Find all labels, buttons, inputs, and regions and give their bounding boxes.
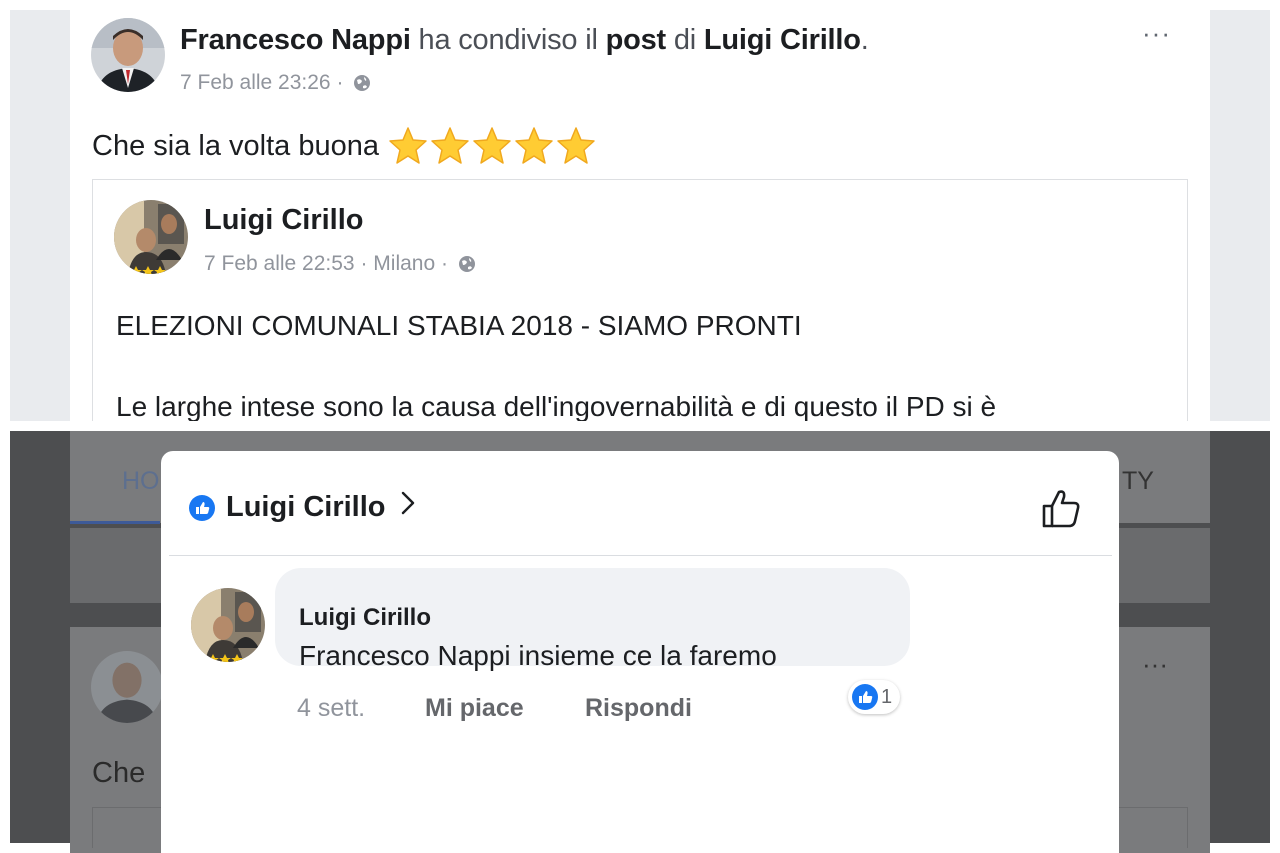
post-link[interactable]: post <box>606 24 667 56</box>
author-avatar[interactable] <box>91 18 165 92</box>
star-emoji <box>389 127 427 164</box>
modal-title[interactable]: Luigi Cirillo <box>226 490 416 524</box>
modal-title-name[interactable]: Luigi Cirillo <box>226 491 386 524</box>
reaction-count: 1 <box>881 685 893 708</box>
background-tab-home: HO <box>122 467 160 495</box>
shared-post-meta: 7 Feb alle 22:53 · Milano · <box>204 252 476 279</box>
shared-timestamp[interactable]: 7 Feb alle 22:53 <box>204 252 355 275</box>
comment-text: Francesco Nappi insieme ce la faremo <box>299 640 777 671</box>
like-button[interactable]: Mi piace <box>425 694 585 723</box>
page-margin-left <box>10 10 70 421</box>
meta-separator: · <box>435 252 454 275</box>
like-reaction-icon <box>189 495 215 526</box>
period: . <box>860 24 869 56</box>
commenter-avatar[interactable] <box>191 588 265 662</box>
of-word: di <box>673 24 697 56</box>
comment-actions: 4 sett. Mi piace Rispondi <box>297 694 692 723</box>
comment-modal-screenshot: HO TY ··· Che Luigi Cirillo Luigi Cirill… <box>0 431 1280 853</box>
shared-author-avatar[interactable] <box>114 200 188 274</box>
more-options-button[interactable]: ··· <box>1142 18 1171 49</box>
background-post-text: Che <box>92 757 146 789</box>
meta-separator: · <box>354 252 374 275</box>
background-avatar <box>91 651 163 723</box>
shared-post-screenshot: Francesco Nappi ha condiviso il post di … <box>0 0 1280 421</box>
like-reaction-icon <box>852 684 878 710</box>
reactions-modal: Luigi Cirillo Luigi Cirillo Francesco Na… <box>161 451 1119 853</box>
comment-reaction-count[interactable]: 1 <box>848 680 901 714</box>
active-tab-indicator <box>70 521 160 524</box>
shared-verb: ha condiviso il <box>418 24 598 56</box>
shared-post-body: Le larghe intese sono la causa dell'ingo… <box>116 391 997 421</box>
star-emoji-row <box>387 126 597 166</box>
reply-button[interactable]: Rispondi <box>585 694 692 723</box>
thumbs-up-outline-icon[interactable] <box>1041 487 1081 534</box>
post-text: Che sia la volta buona <box>92 126 597 166</box>
chevron-right-icon[interactable] <box>400 490 416 524</box>
shared-author-name[interactable]: Luigi Cirillo <box>204 204 364 237</box>
shared-post-title: ELEZIONI COMUNALI STABIA 2018 - SIAMO PR… <box>116 310 802 341</box>
author-name-link[interactable]: Francesco Nappi <box>180 24 411 56</box>
globe-icon <box>353 74 371 98</box>
meta-separator: · <box>330 71 350 94</box>
post-headline: Francesco Nappi ha condiviso il post di … <box>180 24 869 57</box>
star-emoji <box>473 127 511 164</box>
star-emoji <box>431 127 469 164</box>
shared-location[interactable]: Milano <box>373 252 435 275</box>
background-more-icon: ··· <box>1142 649 1168 679</box>
shared-from-link[interactable]: Luigi Cirillo <box>704 24 861 56</box>
comment-time[interactable]: 4 sett. <box>297 694 425 723</box>
page-margin-right <box>1210 10 1270 421</box>
star-emoji <box>515 127 553 164</box>
modal-divider <box>169 555 1112 556</box>
comment-author-name[interactable]: Luigi Cirillo <box>299 604 431 632</box>
post-timestamp[interactable]: 7 Feb alle 23:26 <box>180 71 331 94</box>
star-emoji <box>557 127 595 164</box>
post-message: Che sia la volta buona <box>92 129 379 162</box>
post-meta: 7 Feb alle 23:26 · <box>180 71 371 98</box>
globe-icon <box>458 255 476 279</box>
background-tab-community: TY <box>1122 467 1154 495</box>
